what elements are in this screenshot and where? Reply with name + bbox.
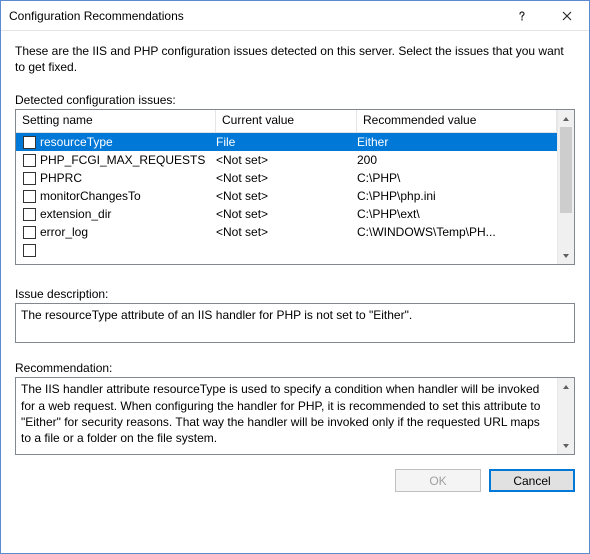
col-header-current[interactable]: Current value	[216, 110, 357, 132]
title-bar: Configuration Recommendations	[1, 1, 589, 31]
intro-text: These are the IIS and PHP configuration …	[15, 43, 575, 75]
cell-current: <Not set>	[216, 225, 357, 239]
cell-current: <Not set>	[216, 207, 357, 221]
checkbox[interactable]	[23, 190, 36, 203]
scroll-down-arrow[interactable]	[558, 437, 574, 454]
col-header-recommended[interactable]: Recommended value	[357, 110, 557, 132]
vertical-scrollbar[interactable]	[557, 110, 574, 264]
table-row[interactable]: extension_dir<Not set>C:\PHP\ext\	[16, 205, 557, 223]
row-checkbox-cell	[16, 190, 40, 203]
cell-setting: monitorChangesTo	[40, 189, 216, 203]
scroll-down-arrow[interactable]	[558, 247, 574, 264]
grid-header: Setting name Current value Recommended v…	[16, 110, 557, 133]
cell-setting: error_log	[40, 225, 216, 239]
cell-current: <Not set>	[216, 189, 357, 203]
cell-setting: extension_dir	[40, 207, 216, 221]
issue-description-label: Issue description:	[15, 287, 575, 301]
row-checkbox-cell	[16, 154, 40, 167]
window-title: Configuration Recommendations	[9, 9, 499, 23]
issue-description-text[interactable]: The resourceType attribute of an IIS han…	[15, 303, 575, 343]
recommendation-label: Recommendation:	[15, 361, 575, 375]
help-icon	[517, 11, 527, 21]
issues-grid[interactable]: Setting name Current value Recommended v…	[15, 109, 575, 265]
ok-button[interactable]: OK	[395, 469, 481, 492]
cell-recommended: C:\PHP\	[357, 171, 557, 185]
col-header-setting[interactable]: Setting name	[16, 110, 216, 132]
close-icon	[562, 11, 572, 21]
row-checkbox-cell	[16, 244, 40, 257]
row-checkbox-cell	[16, 136, 40, 149]
checkbox[interactable]	[23, 154, 36, 167]
scroll-track[interactable]	[558, 213, 574, 247]
recommendation-scrollbar[interactable]	[557, 378, 574, 454]
cell-current: <Not set>	[216, 171, 357, 185]
cell-recommended: 200	[357, 153, 557, 167]
table-row[interactable]: resourceTypeFileEither	[16, 133, 557, 151]
row-checkbox-cell	[16, 208, 40, 221]
help-button[interactable]	[499, 1, 544, 30]
scroll-up-arrow[interactable]	[558, 378, 574, 395]
recommendation-text: The IIS handler attribute resourceType i…	[16, 378, 557, 454]
checkbox[interactable]	[23, 244, 36, 257]
scroll-thumb[interactable]	[560, 127, 572, 213]
row-checkbox-cell	[16, 226, 40, 239]
checkbox[interactable]	[23, 208, 36, 221]
cell-setting: PHP_FCGI_MAX_REQUESTS	[40, 153, 216, 167]
dialog-footer: OK Cancel	[1, 455, 589, 506]
table-row[interactable]: PHPRC<Not set>C:\PHP\	[16, 169, 557, 187]
scroll-track[interactable]	[558, 395, 574, 437]
cell-recommended: C:\PHP\ext\	[357, 207, 557, 221]
cell-setting: PHPRC	[40, 171, 216, 185]
row-checkbox-cell	[16, 172, 40, 185]
detected-label: Detected configuration issues:	[15, 93, 575, 107]
cell-current: <Not set>	[216, 153, 357, 167]
checkbox[interactable]	[23, 226, 36, 239]
close-button[interactable]	[544, 1, 589, 30]
cell-recommended: Either	[357, 135, 557, 149]
checkbox[interactable]	[23, 136, 36, 149]
table-row[interactable]	[16, 241, 557, 259]
cancel-button[interactable]: Cancel	[489, 469, 575, 492]
cell-recommended: C:\PHP\php.ini	[357, 189, 557, 203]
scroll-up-arrow[interactable]	[558, 110, 574, 127]
table-row[interactable]: error_log<Not set>C:\WINDOWS\Temp\PH...	[16, 223, 557, 241]
table-row[interactable]: PHP_FCGI_MAX_REQUESTS<Not set>200	[16, 151, 557, 169]
table-row[interactable]: monitorChangesTo<Not set>C:\PHP\php.ini	[16, 187, 557, 205]
checkbox[interactable]	[23, 172, 36, 185]
cell-setting: resourceType	[40, 135, 216, 149]
cell-recommended: C:\WINDOWS\Temp\PH...	[357, 225, 557, 239]
recommendation-box[interactable]: The IIS handler attribute resourceType i…	[15, 377, 575, 455]
cell-current: File	[216, 135, 357, 149]
